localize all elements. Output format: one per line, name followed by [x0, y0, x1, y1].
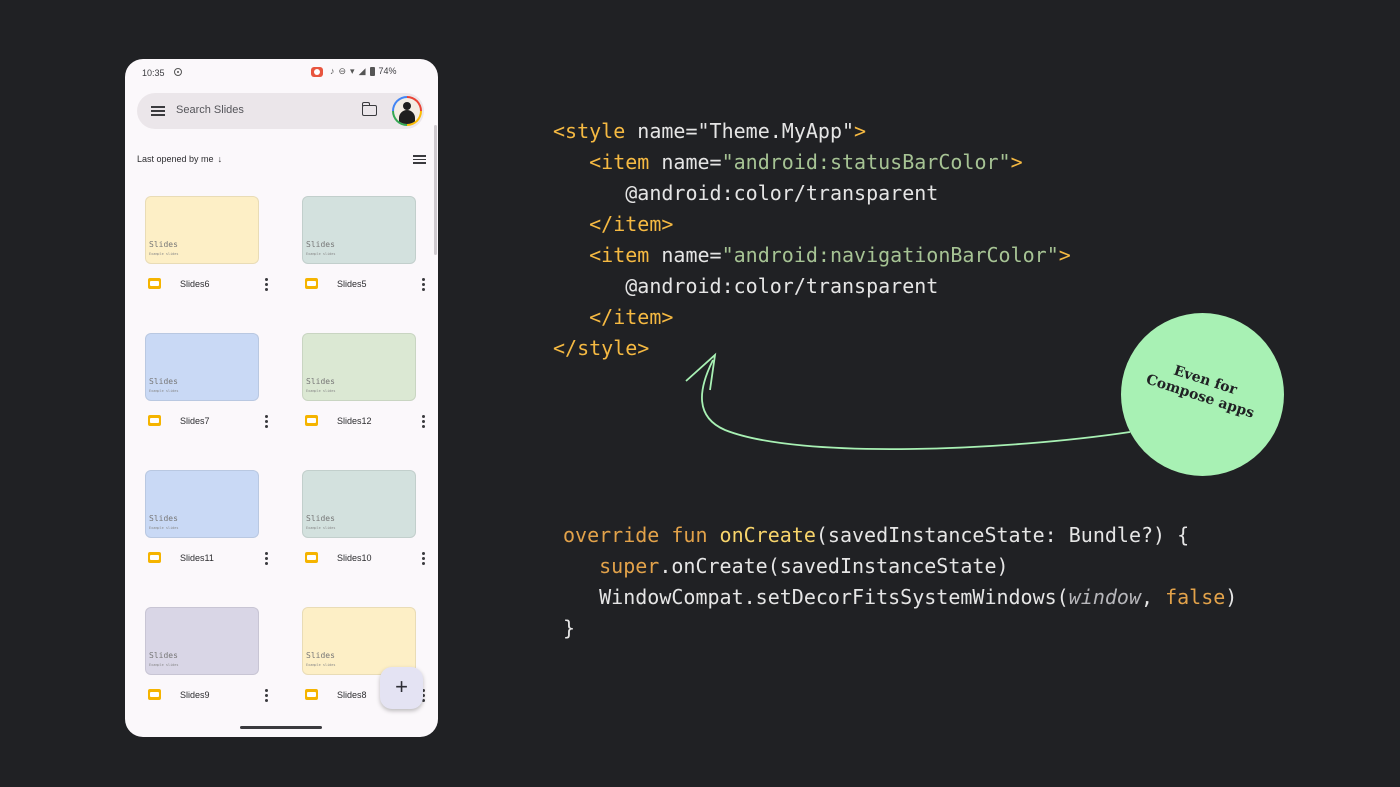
thumbnail-title: Slides	[149, 651, 178, 660]
curved-arrow-icon	[685, 352, 1131, 451]
thumbnail-title: Slides	[306, 377, 335, 386]
file-thumbnail[interactable]: Slides Example slides	[302, 333, 416, 401]
file-thumbnail[interactable]: Slides Example slides	[145, 196, 259, 264]
list-view-icon[interactable]	[413, 155, 426, 164]
avatar[interactable]	[392, 96, 422, 126]
slides-file-icon	[305, 278, 318, 289]
more-options-icon[interactable]	[265, 415, 268, 428]
file-thumbnail[interactable]: Slides Example slides	[302, 196, 416, 264]
thumbnail-subtitle: Example slides	[149, 389, 179, 393]
thumbnail-title: Slides	[306, 514, 335, 523]
thumbnail-subtitle: Example slides	[306, 389, 336, 393]
file-name: Slides10	[337, 553, 372, 563]
status-bar: 10:35 ♪ ⊖ ▾ ◢ 74%	[125, 59, 438, 87]
new-presentation-button[interactable]: +	[380, 667, 423, 709]
slides-file-icon	[148, 689, 161, 700]
file-name: Slides9	[180, 690, 210, 700]
file-thumbnail[interactable]: Slides Example slides	[145, 333, 259, 401]
more-options-icon[interactable]	[265, 552, 268, 565]
menu-icon[interactable]	[151, 106, 165, 116]
phone-screen: 10:35 ♪ ⊖ ▾ ◢ 74% Search Slides Last ope…	[125, 59, 438, 737]
slides-file-icon	[148, 415, 161, 426]
file-card[interactable]: Slides Example slides Slides12	[294, 333, 434, 453]
file-name: Slides11	[180, 553, 214, 563]
kotlin-code-block: override fun onCreate(savedInstanceState…	[563, 523, 1238, 640]
search-input[interactable]: Search Slides	[176, 104, 244, 116]
file-name: Slides7	[180, 416, 210, 426]
slides-file-icon	[305, 415, 318, 426]
more-options-icon[interactable]	[422, 278, 425, 291]
thumbnail-title: Slides	[306, 651, 335, 660]
slides-file-icon	[305, 552, 318, 563]
file-card[interactable]: Slides Example slides Slides5	[294, 196, 434, 316]
file-card[interactable]: Slides Example slides Slides7	[137, 333, 277, 453]
file-name: Slides5	[337, 279, 367, 289]
screen-record-icon	[174, 68, 182, 76]
thumbnail-title: Slides	[306, 240, 335, 249]
recording-icon	[311, 67, 323, 77]
battery-icon	[369, 66, 375, 76]
slides-file-icon	[148, 278, 161, 289]
gesture-nav-handle[interactable]	[240, 726, 322, 729]
file-card[interactable]: Slides Example slides Slides11	[137, 470, 277, 590]
file-card[interactable]: Slides Example slides Slides6	[137, 196, 277, 316]
status-time: 10:35	[142, 68, 165, 78]
notifications-off-icon: ♪	[330, 66, 335, 76]
thumbnail-title: Slides	[149, 514, 178, 523]
scrollbar[interactable]	[434, 125, 437, 255]
thumbnail-subtitle: Example slides	[149, 526, 179, 530]
file-card[interactable]: Slides Example slides Slides10	[294, 470, 434, 590]
wifi-icon: ▾	[350, 66, 355, 76]
more-options-icon[interactable]	[265, 689, 268, 702]
sort-control[interactable]: Last opened by me ↓	[137, 154, 222, 164]
file-card[interactable]: Slides Example slides Slides9	[137, 607, 277, 727]
do-not-disturb-icon: ⊖	[338, 66, 347, 76]
more-options-icon[interactable]	[422, 552, 425, 565]
slides-file-icon	[305, 689, 318, 700]
battery-percent: 74%	[378, 66, 397, 76]
arrow-down-icon: ↓	[217, 154, 223, 164]
thumbnail-subtitle: Example slides	[306, 252, 336, 256]
slides-file-icon	[148, 552, 161, 563]
search-bar[interactable]: Search Slides	[137, 93, 424, 129]
thumbnail-subtitle: Example slides	[149, 252, 179, 256]
sort-label: Last opened by me	[137, 154, 214, 164]
file-thumbnail[interactable]: Slides Example slides	[145, 607, 259, 675]
xml-code-block: <style name="Theme.MyApp"> <item name="a…	[553, 119, 1071, 360]
thumbnail-title: Slides	[149, 377, 178, 386]
thumbnail-subtitle: Example slides	[306, 663, 336, 667]
file-thumbnail[interactable]: Slides Example slides	[145, 470, 259, 538]
thumbnail-subtitle: Example slides	[149, 663, 179, 667]
folder-icon[interactable]	[361, 102, 377, 116]
file-thumbnail[interactable]: Slides Example slides	[302, 470, 416, 538]
thumbnail-title: Slides	[149, 240, 178, 249]
file-name: Slides6	[180, 279, 210, 289]
more-options-icon[interactable]	[265, 278, 268, 291]
signal-icon: ◢	[358, 66, 366, 76]
file-thumbnail[interactable]: Slides Example slides	[302, 607, 416, 675]
thumbnail-subtitle: Example slides	[306, 526, 336, 530]
more-options-icon[interactable]	[422, 415, 425, 428]
file-name: Slides12	[337, 416, 372, 426]
